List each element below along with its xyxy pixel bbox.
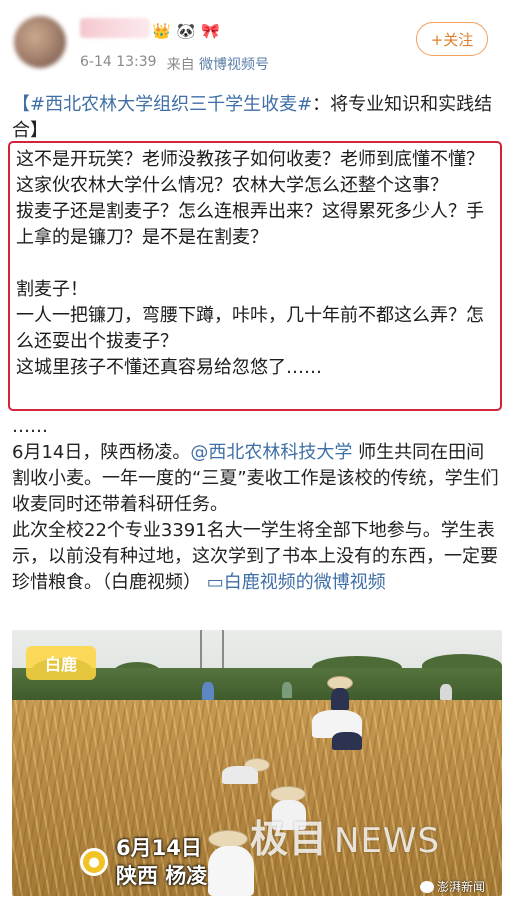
source-credit: 澎湃新闻: [420, 878, 485, 895]
comment-paragraph: 这城里孩子不懂还真容易给忽悠了……: [16, 357, 322, 378]
source-link[interactable]: 微博视频号: [199, 57, 269, 73]
body-paragraph: 6月14日，陕西杨凌。@西北农林科技大学 师生共同在田间割收小麦。一年一度的“三…: [12, 440, 502, 518]
user-badges: 👑 🐼 🎀: [152, 22, 220, 40]
watermark: 极目 NEWS: [250, 808, 440, 863]
body-paragraph: 此次全校22个专业3391名大一学生将全部下地参与。学生表示，以前没有种过地，这…: [12, 518, 502, 596]
stamp-date: 6月14日: [116, 836, 202, 860]
panda-icon: 🐼: [176, 22, 196, 40]
post-time: 6-14 13:39: [80, 54, 157, 70]
hashtag-link[interactable]: 【#西北农林大学组织三千学生收麦#: [12, 94, 312, 115]
crown-icon: 👑: [152, 22, 171, 40]
watermark-main: 极目: [250, 817, 329, 861]
location-stamp: ● 6月14日 陕西 杨凌: [72, 830, 212, 890]
video-link-label: 白鹿视频的微博视频: [223, 572, 386, 593]
comment-paragraph: 割麦子！: [16, 279, 88, 300]
stamp-place: 陕西 杨凌: [116, 864, 208, 888]
location-pin-icon: ●: [80, 848, 108, 876]
body-lead: 6月14日，陕西杨凌。: [12, 442, 191, 463]
highlighted-comment-box: 这不是开玩笑？老师没教孩子如何收麦？老师到底懂不懂？这家伙农林大学什么情况？农林…: [8, 141, 502, 411]
post-header: 👑 🐼 🎀 6-14 13:39 来自 微博视频号 +关注: [0, 0, 510, 86]
username-blurred[interactable]: [80, 18, 150, 38]
comment-paragraph: 一人一把镰刀，弯腰下蹲，咔咔，几十年前不都这么弄？怎么还耍出个拔麦子？: [16, 305, 484, 352]
video-link[interactable]: ▭白鹿视频的微博视频: [207, 572, 386, 593]
credit-text: 澎湃新闻: [437, 880, 486, 894]
watermark-news: NEWS: [334, 821, 441, 861]
follow-button[interactable]: +关注: [416, 22, 488, 56]
mention-link[interactable]: @西北农林科技大学: [190, 442, 352, 463]
video-icon: ▭: [206, 572, 224, 593]
comment-paragraph: 这不是开玩笑？老师没教孩子如何收麦？老师到底懂不懂？这家伙农林大学什么情况？农林…: [16, 149, 484, 196]
weibo-icon: [420, 880, 434, 893]
post-topic: 【#西北农林大学组织三千学生收麦#：将专业知识和实践结合】: [12, 92, 500, 144]
ellipsis-text: ……: [12, 416, 48, 437]
source-prefix: 来自: [166, 57, 195, 73]
avatar[interactable]: [14, 16, 66, 68]
ribbon-icon: 🎀: [201, 22, 221, 40]
post-body: …… 6月14日，陕西杨凌。@西北农林科技大学 师生共同在田间割收小麦。一年一度…: [12, 414, 502, 596]
post-meta: 6-14 13:39 来自 微博视频号: [80, 54, 269, 74]
comment-paragraph: 拔麦子还是割麦子？怎么连根弄出来？这得累死多少人？手上拿的是镰刀？是不是在割麦？: [16, 201, 484, 248]
channel-logo: 白鹿: [26, 646, 96, 680]
